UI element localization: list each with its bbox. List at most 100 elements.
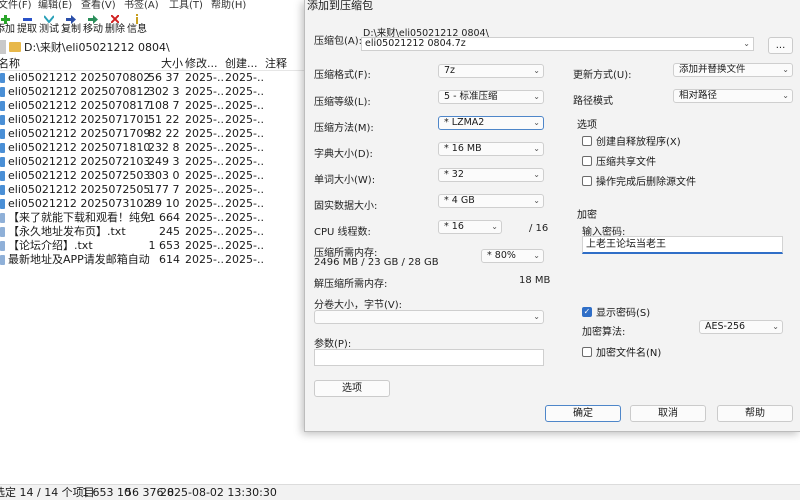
file-size: 82 22... [148,127,180,140]
menu-file[interactable]: 文件(F) [0,0,38,13]
level-label: 压缩等级(L): [314,97,371,108]
table-row[interactable]: eli05021212 2025071810.w...232 8... 2025-… [0,141,305,155]
copy-button[interactable]: 复制 [60,13,82,38]
archive-name-input[interactable]: eli05021212 0804.7z ⌄ [361,37,754,51]
file-size: 108 7... [148,99,180,112]
file-name: eli05021212 2025072503.w... [8,169,150,182]
info-button[interactable]: 信息 [126,13,148,38]
file-name: eli05021212 2025072103.w... [8,155,150,168]
params-input[interactable] [314,349,544,366]
add-button[interactable]: 添加 [0,13,16,38]
info-label: 信息 [127,24,147,35]
col-comment[interactable]: 注释 [265,57,287,71]
table-row[interactable]: 最新地址及APP请发邮箱自动... 614 2025-...2025-... [0,253,305,267]
delete-after-checkbox[interactable]: 操作完成后删除源文件 [582,173,696,188]
table-row[interactable]: eli05021212 2025073102.w...89 10... 2025-… [0,197,305,211]
method-select[interactable]: * LZMA2 ⌄ [438,116,544,130]
split-select[interactable]: ⌄ [314,310,544,324]
file-created: 2025-... [225,141,263,154]
decomp-label: 解压缩所需内存: [314,279,388,290]
dict-select[interactable]: * 16 MB ⌄ [438,142,544,156]
file-modified: 2025-... [185,155,223,168]
text-file-icon [0,255,5,265]
delete-after-label: 操作完成后删除源文件 [596,177,696,188]
file-created: 2025-... [225,71,263,84]
menu-edit[interactable]: 编辑(E) [38,0,81,13]
delete-label: 删除 [105,24,125,35]
up-folder-icon[interactable] [0,40,6,54]
test-label: 测试 [39,24,59,35]
menu-help[interactable]: 帮助(H) [211,0,252,13]
file-created: 2025-... [225,127,263,140]
browse-button[interactable]: ... [768,37,793,54]
menu-bar: 文件(F) 编辑(E) 查看(V) 书签(A) 工具(T) 帮助(H) [0,0,310,13]
text-file-icon [0,241,5,251]
file-size: 249 3... [148,155,180,168]
file-created: 2025-... [225,253,263,266]
table-row[interactable]: eli05021212 2025070802.w...56 37... 2025-… [0,71,305,85]
extract-button[interactable]: 提取 [16,13,38,38]
encrypt-names-checkbox[interactable]: 加密文件名(N) [582,344,661,359]
chevron-down-icon: ⌄ [533,66,540,75]
table-row[interactable]: eli05021212 2025070817.w...108 7... 2025-… [0,99,305,113]
col-size[interactable]: 大小 [161,57,183,71]
solid-select[interactable]: * 4 GB ⌄ [438,194,544,208]
table-row[interactable]: 【永久地址发布页】.txt 245 2025-...2025-... [0,225,305,239]
file-name: eli05021212 2025070802.w... [8,71,150,84]
file-size: 51 22... [148,113,180,126]
level-select[interactable]: 5 - 标准压缩 ⌄ [438,90,544,104]
table-row[interactable]: eli05021212 2025070812.w...302 3... 2025-… [0,85,305,99]
sfx-checkbox[interactable]: 创建自释放程序(X) [582,133,681,148]
table-row[interactable]: eli05021212 2025071709.w...82 22... 2025-… [0,127,305,141]
pathmode-select[interactable]: 相对路径 ⌄ [673,89,793,103]
test-button[interactable]: 测试 [38,13,60,38]
table-row[interactable]: eli05021212 2025072503.w...303 0... 2025-… [0,169,305,183]
file-name: eli05021212 2025071709.w... [8,127,150,140]
menu-tools[interactable]: 工具(T) [169,0,211,13]
update-select[interactable]: 添加并替换文件 ⌄ [673,63,793,77]
col-created[interactable]: 创建... [225,57,258,71]
algo-select[interactable]: AES-256 ⌄ [699,320,783,334]
file-list-header: 名称 大小 修改... 创建... 注释 [0,57,305,71]
file-name: eli05021212 2025071810.w... [8,141,150,154]
cpu-label: CPU 线程数: [314,227,371,238]
archive-file-icon [0,129,5,139]
cpu-total: / 16 [529,223,549,234]
file-name: eli05021212 2025072505.w... [8,183,150,196]
table-row[interactable]: eli05021212 2025072505.w...177 7... 2025-… [0,183,305,197]
algo-label: 加密算法: [582,327,626,338]
address-path[interactable]: D:\来财\eli05021212 0804\ [24,39,170,55]
file-modified: 2025-... [185,99,223,112]
archive-file-icon [0,157,5,167]
table-row[interactable]: 【来了就能下载和观看！纯免...1 664 2025-...2025-... [0,211,305,225]
chevron-down-icon: ⌄ [782,91,789,100]
file-modified: 2025-... [185,127,223,140]
format-select[interactable]: 7z ⌄ [438,64,544,78]
extract-label: 提取 [17,24,37,35]
options-button[interactable]: 选项 [314,380,390,397]
mem-pct-select[interactable]: * 80% ⌄ [481,249,544,263]
table-row[interactable]: eli05021212 2025071701.w...51 22... 2025-… [0,113,305,127]
update-label: 更新方式(U): [573,70,632,81]
table-row[interactable]: 【论坛介绍】.txt 1 653 2025-...2025-... [0,239,305,253]
file-size: 56 37... [148,71,180,84]
table-row[interactable]: eli05021212 2025072103.w...249 3... 2025-… [0,155,305,169]
move-button[interactable]: 移动 [82,13,104,38]
delete-button[interactable]: 删除 [104,13,126,38]
menu-bookmarks[interactable]: 书签(A) [124,0,169,13]
show-password-checkbox[interactable]: ✓ 显示密码(S) [582,304,650,319]
col-modified[interactable]: 修改... [185,57,218,71]
ok-button[interactable]: 确定 [545,405,621,422]
cancel-button[interactable]: 取消 [630,405,706,422]
help-button[interactable]: 帮助 [717,405,793,422]
file-size: 89 10... [148,197,180,210]
archive-file-icon [0,101,5,111]
cpu-select[interactable]: * 16 ⌄ [438,220,502,234]
col-name[interactable]: 名称 [0,57,20,71]
menu-view[interactable]: 查看(V) [81,0,124,13]
options-group-label: 选项 [577,120,597,131]
plus-icon [0,14,10,24]
password-input[interactable]: 上老王论坛当老王 [582,236,783,254]
shared-checkbox[interactable]: 压缩共享文件 [582,153,656,168]
word-select[interactable]: * 32 ⌄ [438,168,544,182]
